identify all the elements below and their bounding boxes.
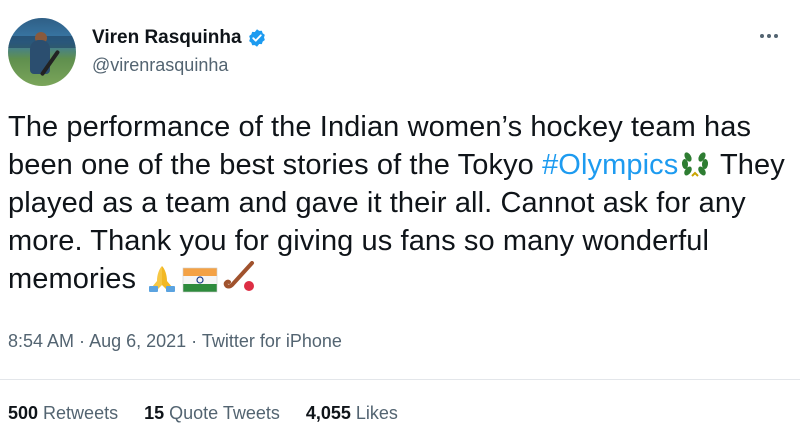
folded-hands-icon [149,266,176,292]
author-names: Viren Rasquinha @virenrasquinha [92,26,267,78]
hashtag-link[interactable]: #Olympics [542,149,678,181]
quote-tweets-label: Quote Tweets [169,403,280,423]
retweets-label: Retweets [43,403,119,423]
retweets-stat[interactable]: 500 Retweets [8,402,118,424]
meta-separator: · [74,331,90,351]
likes-label: Likes [355,403,398,423]
tweet-source[interactable]: Twitter for iPhone [202,331,342,351]
avatar[interactable] [8,18,76,86]
quote-tweets-stat[interactable]: 15 Quote Tweets [144,402,280,424]
verified-badge-icon [248,29,265,47]
laurel-wreath-icon [682,152,709,177]
meta-separator: · [186,331,202,351]
likes-count: 4,055 [305,403,351,423]
likes-stat[interactable]: 4,055 Likes [306,402,398,424]
tweet-time[interactable]: 8:54 AM [8,331,74,351]
field-hockey-icon [224,261,255,291]
divider [0,379,800,380]
author-handle[interactable]: @virenrasquinha [92,52,267,78]
tweet-stats: 500 Retweets 15 Quote Tweets 4,055 Likes [8,402,398,424]
tweet-meta: 8:54 AM · Aug 6, 2021 · Twitter for iPho… [8,330,342,352]
tweet-header: Viren Rasquinha @virenrasquinha [8,14,792,86]
author-display-name[interactable]: Viren Rasquinha [92,26,267,50]
tweet-text: The performance of the Indian women’s ho… [8,108,788,298]
more-options-icon[interactable] [754,24,784,48]
display-name-text: Viren Rasquinha [92,27,242,48]
india-flag-icon [182,267,218,293]
tweet-date[interactable]: Aug 6, 2021 [89,331,186,351]
quote-tweets-count: 15 [144,403,165,423]
retweets-count: 500 [8,403,39,423]
